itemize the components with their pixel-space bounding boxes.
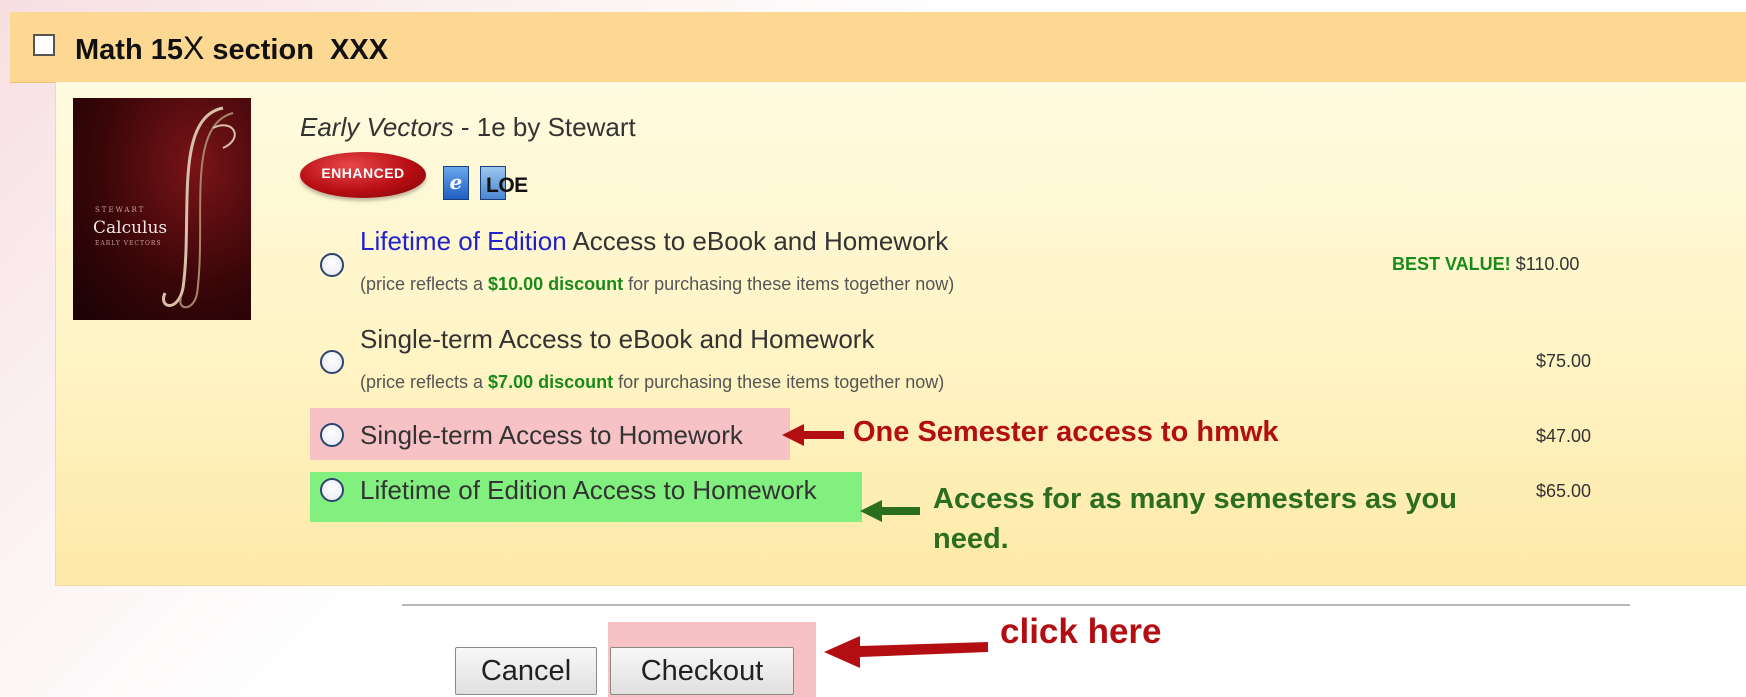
annotation-click-here: click here: [1000, 612, 1162, 651]
cover-subtitle: EARLY VECTORS: [95, 240, 162, 247]
enhanced-badge-icon: ENHANCED: [300, 152, 426, 198]
cancel-button[interactable]: Cancel: [455, 647, 597, 695]
option-lifetime-ebook-homework-price: BEST VALUE! $110.00: [1392, 254, 1580, 274]
book-title: Early Vectors - 1e by Stewart: [300, 112, 636, 143]
option-lifetime-homework-label[interactable]: Lifetime of Edition Access to Homework: [360, 475, 817, 506]
book-edition-author: - 1e by Stewart: [453, 112, 636, 142]
divider: [402, 604, 1630, 606]
option-lifetime-homework-price: $65.00: [1536, 481, 1592, 501]
option-single-term-homework-label[interactable]: Single-term Access to Homework: [360, 420, 743, 451]
option-lifetime-ebook-homework-note: (price reflects a $10.00 discount for pu…: [360, 274, 955, 294]
option-single-term-homework-price: $47.00: [1536, 426, 1592, 446]
book-cover-image: STEWART Calculus EARLY VECTORS: [73, 98, 251, 320]
best-value-badge: BEST VALUE!: [1392, 254, 1511, 274]
option-lifetime-homework-radio[interactable]: [320, 478, 344, 502]
section-checkbox[interactable]: [33, 34, 55, 56]
book-name: Early Vectors: [300, 112, 454, 142]
annotation-one-semester: One Semester access to hmwk: [853, 416, 1279, 448]
loe-icon: LOE: [480, 166, 534, 200]
product-badges: ENHANCED e LOE: [300, 150, 560, 208]
ebook-icon: e: [443, 166, 469, 200]
section-header: Math 15X section XXX: [10, 12, 1746, 83]
arrow-left-icon: [824, 636, 988, 668]
arrow-left-icon: [782, 424, 844, 446]
option-single-term-ebook-homework-note: (price reflects a $7.00 discount for pur…: [360, 372, 945, 392]
checkout-button[interactable]: Checkout: [610, 647, 794, 695]
option-lifetime-ebook-homework-label[interactable]: Lifetime of Edition Access to eBook and …: [360, 226, 948, 257]
option-single-term-homework-radio[interactable]: [320, 423, 344, 447]
option-single-term-ebook-homework-label[interactable]: Single-term Access to eBook and Homework: [360, 324, 874, 355]
cover-title: Calculus: [93, 218, 168, 238]
arrow-left-icon: [860, 500, 920, 522]
annotation-many-semesters: Access for as many semesters as you need…: [933, 483, 1457, 555]
cover-author: STEWART: [95, 206, 146, 214]
section-title: Math 15X section XXX: [75, 30, 389, 66]
option-single-term-ebook-homework-radio[interactable]: [320, 350, 344, 374]
option-single-term-ebook-homework-price: $75.00: [1536, 351, 1592, 371]
option-lifetime-ebook-homework-radio[interactable]: [320, 253, 344, 277]
